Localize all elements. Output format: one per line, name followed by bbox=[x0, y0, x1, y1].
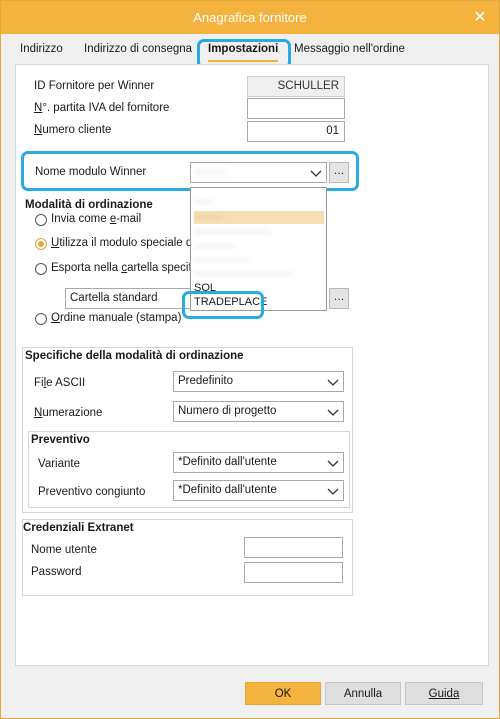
radio-manual-order[interactable] bbox=[35, 313, 47, 325]
export-folder-label: Esporta nella cartella specifi bbox=[51, 262, 195, 274]
username-field[interactable] bbox=[244, 537, 343, 558]
chevron-down-icon bbox=[310, 170, 322, 177]
chevron-down-icon bbox=[327, 379, 339, 386]
ordering-mode-header: Modalità di ordinazione bbox=[25, 199, 153, 211]
extranet-header: Credenziali Extranet bbox=[23, 522, 134, 534]
chevron-down-icon bbox=[327, 460, 339, 467]
vat-label: N°. partita IVA del fornitore bbox=[34, 102, 170, 114]
send-email-label: Invia come e-mail bbox=[51, 213, 142, 225]
dropdown-option[interactable]: ····················· bbox=[194, 226, 271, 239]
folder-select-value: Cartella standard bbox=[70, 292, 158, 304]
numbering-select[interactable]: Numero di progetto bbox=[173, 401, 344, 422]
title-bar: Anagrafica fornitore ✕ bbox=[1, 1, 499, 34]
module-name-select[interactable]: ········ bbox=[190, 162, 327, 183]
window-title: Anagrafica fornitore bbox=[193, 10, 307, 25]
customer-number-field[interactable]: 01 bbox=[247, 121, 345, 142]
ascii-file-label: File ASCII bbox=[34, 377, 86, 389]
variant-select[interactable]: *Definito dall'utente bbox=[173, 452, 344, 473]
supplier-dialog: Anagrafica fornitore ✕ Indirizzo Indiriz… bbox=[0, 0, 500, 719]
joint-quote-value: *Definito dall'utente bbox=[178, 484, 277, 496]
vat-field[interactable] bbox=[247, 98, 345, 119]
module-selected-value: ········ bbox=[195, 166, 226, 178]
winner-id-label: ID Fornitore per Winner bbox=[34, 80, 155, 92]
joint-quote-label: Preventivo congiunto bbox=[38, 486, 146, 498]
chevron-down-icon bbox=[327, 488, 339, 495]
tab-indirizzo-consegna[interactable]: Indirizzo di consegna bbox=[84, 43, 192, 55]
numbering-label: Numerazione bbox=[34, 407, 103, 419]
radio-send-email[interactable] bbox=[35, 214, 47, 226]
use-module-label: Utilizza il modulo speciale de bbox=[51, 237, 199, 249]
module-dropdown-list[interactable]: ····· ········ ····················· ···… bbox=[190, 187, 327, 311]
customer-number-label: Numero cliente bbox=[34, 124, 112, 136]
tab-impostazioni[interactable]: Impostazioni bbox=[208, 43, 279, 62]
dropdown-option-selected[interactable]: ········ bbox=[194, 211, 324, 224]
ascii-file-select[interactable]: Predefinito bbox=[173, 371, 344, 392]
dropdown-option[interactable]: ··············· bbox=[194, 254, 249, 267]
folder-more-button[interactable]: … bbox=[329, 288, 349, 309]
username-label: Nome utente bbox=[31, 544, 97, 556]
radio-use-module[interactable] bbox=[35, 238, 47, 250]
joint-quote-select[interactable]: *Definito dall'utente bbox=[173, 480, 344, 501]
quote-header: Preventivo bbox=[31, 434, 90, 446]
dropdown-option-sql[interactable]: SQL bbox=[194, 282, 216, 295]
tab-messaggio-ordine[interactable]: Messaggio nell'ordine bbox=[294, 43, 405, 55]
radio-export-folder[interactable] bbox=[35, 263, 47, 275]
help-button[interactable]: Guida bbox=[405, 682, 483, 705]
password-label: Password bbox=[31, 566, 82, 578]
dropdown-option[interactable]: ····· bbox=[194, 196, 212, 209]
tab-bar: Indirizzo Indirizzo di consegna Impostaz… bbox=[1, 35, 499, 63]
module-name-label: Nome modulo Winner bbox=[35, 166, 147, 178]
dropdown-option[interactable]: ··························· bbox=[194, 268, 293, 281]
numbering-value: Numero di progetto bbox=[178, 405, 277, 417]
order-spec-header: Specifiche della modalità di ordinazione bbox=[25, 350, 244, 362]
ascii-file-value: Predefinito bbox=[178, 375, 233, 387]
manual-order-label: Ordine manuale (stampa) bbox=[51, 312, 182, 324]
dropdown-option[interactable]: ··········· bbox=[194, 240, 234, 253]
ok-button[interactable]: OK bbox=[245, 682, 321, 705]
tab-indirizzo[interactable]: Indirizzo bbox=[20, 43, 63, 55]
cancel-button[interactable]: Annulla bbox=[325, 682, 401, 705]
variant-label: Variante bbox=[38, 458, 80, 470]
winner-id-field: SCHULLER bbox=[247, 76, 345, 97]
variant-value: *Definito dall'utente bbox=[178, 456, 277, 468]
password-field[interactable] bbox=[244, 562, 343, 583]
module-more-button[interactable]: … bbox=[329, 162, 349, 183]
chevron-down-icon bbox=[327, 409, 339, 416]
dropdown-option-tradeplace[interactable]: TRADEPLACE bbox=[194, 296, 267, 309]
close-icon[interactable]: ✕ bbox=[471, 1, 489, 34]
